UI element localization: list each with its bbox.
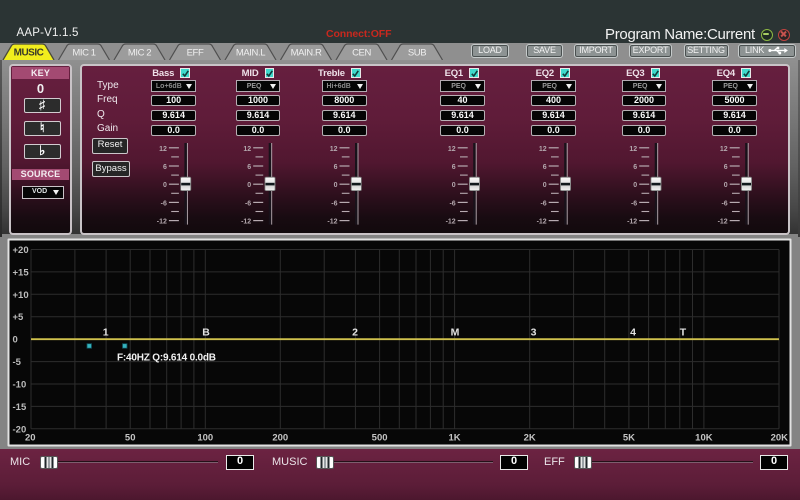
svg-text:-12: -12 <box>718 219 728 226</box>
svg-text:-10: -10 <box>13 380 27 391</box>
svg-text:0: 0 <box>452 182 456 189</box>
svg-text:12: 12 <box>159 146 167 153</box>
svg-text:MIC 2: MIC 2 <box>128 48 151 59</box>
svg-text:CEN: CEN <box>352 48 371 59</box>
svg-text:M: M <box>451 327 460 339</box>
svg-text:-6: -6 <box>449 200 455 207</box>
svg-text:12: 12 <box>720 146 728 153</box>
svg-text:12: 12 <box>629 146 637 153</box>
svg-text:2K: 2K <box>524 433 536 444</box>
svg-text:MIC 1: MIC 1 <box>72 48 95 59</box>
svg-text:3: 3 <box>531 327 537 339</box>
svg-text:0: 0 <box>633 182 637 189</box>
svg-text:-6: -6 <box>540 200 546 207</box>
svg-text:6: 6 <box>543 164 547 171</box>
svg-text:0: 0 <box>163 182 167 189</box>
svg-text:-12: -12 <box>157 219 167 226</box>
svg-text:0: 0 <box>724 182 728 189</box>
svg-text:SUB: SUB <box>408 48 426 59</box>
svg-text:6: 6 <box>633 164 637 171</box>
svg-text:MAIN.L: MAIN.L <box>236 48 265 59</box>
svg-text:6: 6 <box>163 164 167 171</box>
svg-text:100: 100 <box>197 433 213 444</box>
svg-text:12: 12 <box>243 146 251 153</box>
svg-text:0: 0 <box>543 182 547 189</box>
svg-text:+20: +20 <box>13 245 29 256</box>
svg-text:6: 6 <box>724 164 728 171</box>
svg-text:-6: -6 <box>631 200 637 207</box>
svg-text:10K: 10K <box>695 433 713 444</box>
svg-text:MAIN.R: MAIN.R <box>291 48 322 59</box>
svg-text:20: 20 <box>25 433 36 444</box>
svg-text:12: 12 <box>448 146 456 153</box>
svg-text:0: 0 <box>334 182 338 189</box>
svg-text:-12: -12 <box>446 219 456 226</box>
svg-text:-15: -15 <box>13 402 27 413</box>
svg-text:MUSIC: MUSIC <box>14 48 44 59</box>
svg-text:500: 500 <box>372 433 388 444</box>
svg-text:-6: -6 <box>331 200 337 207</box>
svg-text:2: 2 <box>352 327 358 339</box>
svg-text:F:40HZ Q:9.614 0.0dB: F:40HZ Q:9.614 0.0dB <box>117 353 216 364</box>
svg-text:EFF: EFF <box>187 48 204 59</box>
svg-text:-12: -12 <box>627 219 637 226</box>
svg-text:-6: -6 <box>721 200 727 207</box>
svg-text:1: 1 <box>103 327 109 339</box>
svg-text:4: 4 <box>630 327 636 339</box>
svg-text:6: 6 <box>452 164 456 171</box>
svg-text:0: 0 <box>247 182 251 189</box>
svg-text:-6: -6 <box>161 200 167 207</box>
svg-text:-12: -12 <box>327 219 337 226</box>
svg-text:20K: 20K <box>771 433 789 444</box>
svg-text:12: 12 <box>330 146 338 153</box>
svg-text:50: 50 <box>125 433 136 444</box>
svg-text:+5: +5 <box>13 312 25 323</box>
svg-text:B: B <box>202 327 210 339</box>
svg-text:+15: +15 <box>13 267 30 278</box>
svg-text:T: T <box>680 327 687 339</box>
svg-text:5K: 5K <box>623 433 635 444</box>
svg-text:12: 12 <box>539 146 547 153</box>
svg-text:-12: -12 <box>537 219 547 226</box>
svg-text:200: 200 <box>272 433 288 444</box>
svg-text:-6: -6 <box>245 200 251 207</box>
svg-text:-12: -12 <box>241 219 251 226</box>
svg-text:+10: +10 <box>13 290 29 301</box>
svg-text:0: 0 <box>13 335 18 346</box>
svg-text:-5: -5 <box>13 357 22 368</box>
svg-text:6: 6 <box>334 164 338 171</box>
svg-text:6: 6 <box>247 164 251 171</box>
svg-text:1K: 1K <box>449 433 461 444</box>
